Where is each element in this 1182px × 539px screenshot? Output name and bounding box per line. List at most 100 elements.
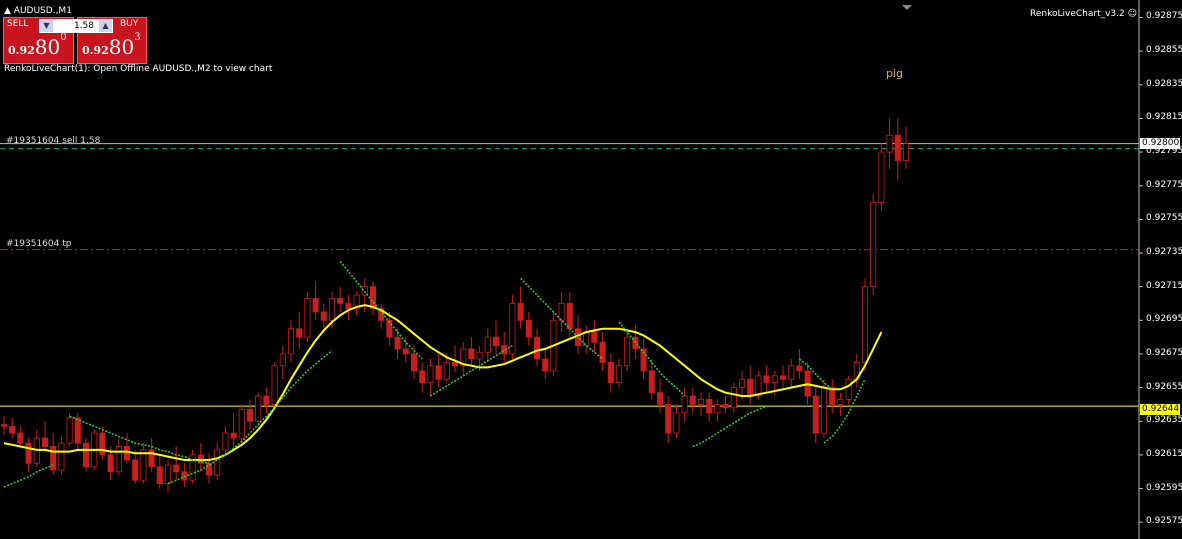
bear-candle-body: [50, 446, 57, 471]
bear-candle-body: [402, 348, 409, 355]
buy-price-sup: 3: [134, 32, 141, 43]
candle: [812, 387, 819, 444]
bull-candle-body: [861, 286, 869, 363]
candle: [714, 399, 721, 422]
candle: [255, 392, 262, 427]
candle: [33, 429, 40, 467]
bear-candle-body: [763, 375, 770, 383]
bull-candle-body: [845, 378, 852, 400]
candle: [25, 438, 32, 472]
bear-candle-body: [566, 303, 573, 330]
price-label: 0.92735: [1146, 247, 1182, 258]
bear-candle-body: [74, 417, 81, 444]
candle: [829, 379, 836, 413]
bear-candle-body: [648, 370, 655, 394]
candle: [886, 118, 893, 169]
price-axis-ticks: [1139, 16, 1143, 523]
candle: [222, 426, 229, 455]
candle: [566, 291, 573, 338]
candle: [435, 353, 442, 388]
candle: [115, 438, 122, 476]
indicator-name-text: RenkoLiveChart_v3.2: [1030, 9, 1125, 19]
candle: [82, 438, 90, 472]
bull-candle-body: [886, 134, 893, 153]
bull-candle-body: [443, 361, 450, 380]
candle: [722, 396, 729, 413]
candle: [870, 194, 877, 296]
candle: [181, 463, 188, 487]
bear-candle-body: [337, 298, 344, 304]
candle: [50, 433, 57, 476]
price-label: 0.92755: [1146, 213, 1182, 224]
bear-candle-body: [410, 353, 418, 372]
bear-candle-body: [173, 464, 180, 473]
lot-increase-icon[interactable]: ▲: [99, 20, 112, 32]
sell-order-label[interactable]: #19351604 sell 1.58: [6, 136, 100, 146]
candle: [9, 417, 16, 439]
candle: [517, 286, 524, 329]
candle: [525, 311, 532, 346]
candle: [730, 382, 737, 413]
candle: [140, 443, 147, 484]
bull-candle-body: [222, 432, 229, 451]
lot-size-input[interactable]: [54, 19, 96, 33]
bull-candle-body: [361, 286, 368, 296]
bear-candle-body: [25, 442, 32, 464]
bull-candle-body: [681, 395, 688, 414]
candle: [17, 426, 24, 447]
candle: [624, 328, 631, 371]
price-chart[interactable]: [0, 0, 1182, 539]
candle: [287, 320, 295, 363]
bear-candle-body: [394, 336, 401, 350]
symbol-text: AUDUSD.,M1: [13, 6, 72, 16]
candle: [796, 348, 803, 380]
chart-shift-marker[interactable]: [902, 5, 912, 10]
bull-candle-body: [164, 464, 172, 484]
candle: [205, 453, 213, 484]
bear-candle-body: [894, 134, 901, 161]
lower-envelope-line: [692, 405, 767, 448]
buy-price-main: 80: [108, 35, 135, 59]
bull-candle-body: [66, 417, 73, 444]
pig-annotation[interactable]: pig: [886, 67, 903, 80]
candle: [419, 362, 426, 393]
bear-candle-body: [689, 395, 696, 405]
bull-candle-body: [427, 365, 434, 383]
bear-candle-body: [99, 432, 106, 456]
buy-label: BUY: [120, 19, 139, 29]
bull-candle-body: [788, 365, 795, 380]
upper-envelope-line: [69, 415, 210, 465]
bull-candle-body: [902, 143, 910, 161]
candle: [197, 443, 204, 472]
bear-candle-body: [156, 466, 163, 484]
bull-candle-body: [697, 398, 705, 405]
bear-candle-body: [656, 392, 664, 405]
candle: [173, 446, 180, 481]
bear-candle-body: [706, 398, 713, 414]
bear-candle-body: [345, 303, 352, 309]
candle: [123, 433, 131, 464]
sell-label: SELL: [7, 19, 29, 29]
bear-candle-body: [779, 375, 787, 380]
price-label: 0.92655: [1146, 381, 1182, 392]
candle: [648, 359, 655, 400]
candle: [58, 436, 65, 476]
bull-candle-body: [738, 378, 746, 389]
indicator-message: RenkoLiveChart(1): Open Offline AUDUSD.,…: [4, 64, 273, 74]
bull-candle-body: [140, 449, 147, 481]
bull-candle-body: [328, 298, 336, 321]
candle: [460, 342, 467, 376]
bull-candle-body: [304, 298, 311, 338]
buy-price-prefix: 0.92: [82, 44, 109, 57]
price-label: 0.92575: [1146, 516, 1182, 527]
bear-candle-body: [41, 437, 49, 447]
lot-decrease-icon[interactable]: ▼: [40, 20, 53, 32]
bull-candle-body: [820, 387, 828, 434]
bear-candle-body: [296, 328, 303, 338]
price-label: 0.92715: [1146, 280, 1182, 291]
bear-candle-body: [435, 365, 442, 380]
bear-candle-body: [246, 409, 254, 422]
bull-candle-body: [115, 446, 122, 473]
tp-order-label[interactable]: #19351604 tp: [6, 239, 71, 249]
bear-candle-body: [132, 459, 139, 481]
